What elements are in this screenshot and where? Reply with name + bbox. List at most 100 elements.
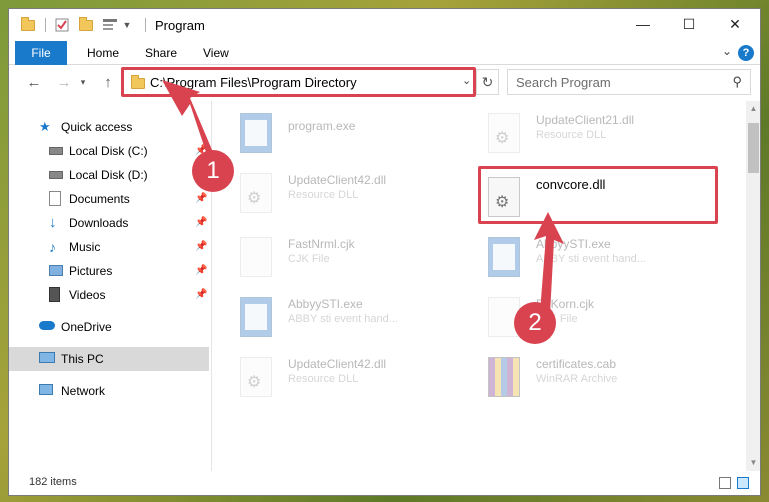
minimize-button[interactable]: — <box>620 9 666 39</box>
file-name: program.exe <box>288 119 356 133</box>
file-item[interactable]: program.exe <box>212 105 452 157</box>
file-item[interactable]: UpdateClient42.dll Resource DLL <box>212 165 452 217</box>
maximize-button[interactable]: ☐ <box>666 9 712 39</box>
videos-icon <box>49 287 60 302</box>
window-title: Program <box>155 18 205 33</box>
file-item[interactable]: UpdateClient21.dll Resource DLL <box>460 105 700 157</box>
file-list: program.exe UpdateClient21.dll Resource … <box>212 101 746 471</box>
sidebar-item-label: Network <box>61 384 106 398</box>
refresh-button[interactable]: ↻ <box>476 70 498 94</box>
drive-icon <box>49 171 63 179</box>
pin-icon[interactable]: 📌 <box>195 211 207 235</box>
sidebar-item-local-disk-d[interactable]: Local Disk (D:) 📌 <box>9 163 209 187</box>
pin-icon[interactable]: 📌 <box>195 235 207 259</box>
title-bar: ▼ Program — ☐ ✕ <box>9 9 760 41</box>
sidebar-item-this-pc[interactable]: This PC <box>9 347 209 371</box>
cjk-file-icon <box>240 237 272 277</box>
target-file-highlight <box>478 166 718 224</box>
exe-file-icon <box>488 237 520 277</box>
tab-share[interactable]: Share <box>133 41 189 65</box>
vertical-scrollbar[interactable]: ▲ ▼ <box>746 101 760 471</box>
file-name: AbbyySTI.exe <box>288 297 363 311</box>
sidebar-item-label: Documents <box>69 192 130 206</box>
file-type: CJK File <box>288 253 330 265</box>
separator <box>145 18 146 32</box>
file-type: ABBY sti event hand... <box>536 253 646 265</box>
address-row: ← → ▾ ↑ C:\Program Files\Program Directo… <box>9 66 760 98</box>
search-icon[interactable]: ⚲ <box>732 74 742 90</box>
dll-file-icon <box>240 357 272 397</box>
sidebar-item-local-disk-c[interactable]: Local Disk (C:) 📌 <box>9 139 209 163</box>
pin-icon[interactable]: 📌 <box>195 283 207 307</box>
scroll-down-icon[interactable]: ▼ <box>746 455 760 471</box>
details-view-icon[interactable] <box>719 477 731 489</box>
status-bar: 182 items <box>9 471 760 495</box>
sidebar-item-pictures[interactable]: Pictures 📌 <box>9 259 209 283</box>
close-button[interactable]: ✕ <box>712 9 758 39</box>
file-name: UpdateClient21.dll <box>536 113 635 127</box>
tab-view[interactable]: View <box>191 41 241 65</box>
up-button[interactable]: ↑ <box>97 71 119 93</box>
sidebar-item-label: This PC <box>61 352 104 366</box>
file-item[interactable]: AbbyySTI.exe ABBY sti event hand... <box>460 229 700 281</box>
file-type: Resource DLL <box>288 189 359 201</box>
archive-file-icon <box>488 357 520 397</box>
navigation-pane: ★ Quick access Local Disk (C:) 📌 Local D… <box>9 101 211 471</box>
sidebar-item-music[interactable]: ♪ Music 📌 <box>9 235 209 259</box>
help-icon[interactable]: ? <box>738 45 754 61</box>
search-placeholder: Search Program <box>516 75 611 90</box>
scroll-thumb[interactable] <box>748 123 759 173</box>
pin-icon[interactable]: 📌 <box>195 259 207 283</box>
sidebar-item-label: Videos <box>69 288 106 302</box>
sidebar-item-network[interactable]: Network <box>9 379 209 403</box>
large-icons-view-icon[interactable] <box>737 477 749 489</box>
documents-icon <box>49 191 61 206</box>
properties-icon[interactable] <box>53 16 71 34</box>
file-item[interactable]: certificates.cab WinRAR Archive <box>460 349 700 401</box>
file-type: Resource DLL <box>536 129 607 141</box>
tab-home[interactable]: Home <box>75 41 131 65</box>
search-input[interactable]: Search Program ⚲ <box>507 69 751 95</box>
star-icon: ★ <box>39 119 51 134</box>
sidebar-item-downloads[interactable]: ↓ Downloads 📌 <box>9 211 209 235</box>
exe-file-icon <box>240 113 272 153</box>
tab-file[interactable]: File <box>15 41 67 65</box>
sidebar-item-label: Local Disk (D:) <box>69 168 148 182</box>
sidebar-item-onedrive[interactable]: OneDrive <box>9 315 209 339</box>
chevron-down-icon[interactable]: ▼ <box>121 16 133 34</box>
file-type: ABBY sti event hand... <box>288 313 398 325</box>
file-name: UpdateClient42.dll <box>288 173 387 187</box>
ribbon-tabs: File Home Share View ⌄ ? <box>9 41 760 65</box>
explorer-window: ▼ Program — ☐ ✕ File Home Share View ⌄ ?… <box>8 8 761 496</box>
sidebar-item-quick-access[interactable]: ★ Quick access <box>9 115 209 139</box>
sidebar-item-documents[interactable]: Documents 📌 <box>9 187 209 211</box>
back-button[interactable]: ← <box>23 71 45 93</box>
download-icon: ↓ <box>49 214 57 231</box>
sidebar-item-label: Downloads <box>69 216 129 230</box>
cloud-icon <box>39 321 55 330</box>
new-folder-icon[interactable] <box>77 16 95 34</box>
sidebar-item-videos[interactable]: Videos 📌 <box>9 283 209 307</box>
forward-button[interactable]: → <box>53 71 75 93</box>
customize-icon[interactable] <box>101 16 119 34</box>
file-type: WinRAR Archive <box>536 373 618 385</box>
pictures-icon <box>49 265 63 276</box>
address-highlight <box>121 67 476 97</box>
network-icon <box>39 384 53 395</box>
expand-ribbon-icon[interactable]: ⌄ <box>722 44 732 58</box>
file-item[interactable]: EdKorn.cjk CJK File <box>460 289 700 341</box>
scroll-up-icon[interactable]: ▲ <box>746 101 760 117</box>
file-name: AbbyySTI.exe <box>536 237 611 251</box>
step-2-badge: 2 <box>514 302 556 344</box>
file-name: UpdateClient42.dll <box>288 357 387 371</box>
file-type: Resource DLL <box>288 373 359 385</box>
file-name: certificates.cab <box>536 357 617 371</box>
exe-file-icon <box>240 297 272 337</box>
computer-icon <box>39 352 55 363</box>
file-item[interactable]: AbbyySTI.exe ABBY sti event hand... <box>212 289 452 341</box>
file-item[interactable]: UpdateClient42.dll Resource DLL <box>212 349 452 401</box>
file-item[interactable]: FastNrml.cjk CJK File <box>212 229 452 281</box>
dll-file-icon <box>240 173 272 213</box>
dll-file-icon <box>488 113 520 153</box>
recent-locations-icon[interactable]: ▾ <box>77 71 89 93</box>
